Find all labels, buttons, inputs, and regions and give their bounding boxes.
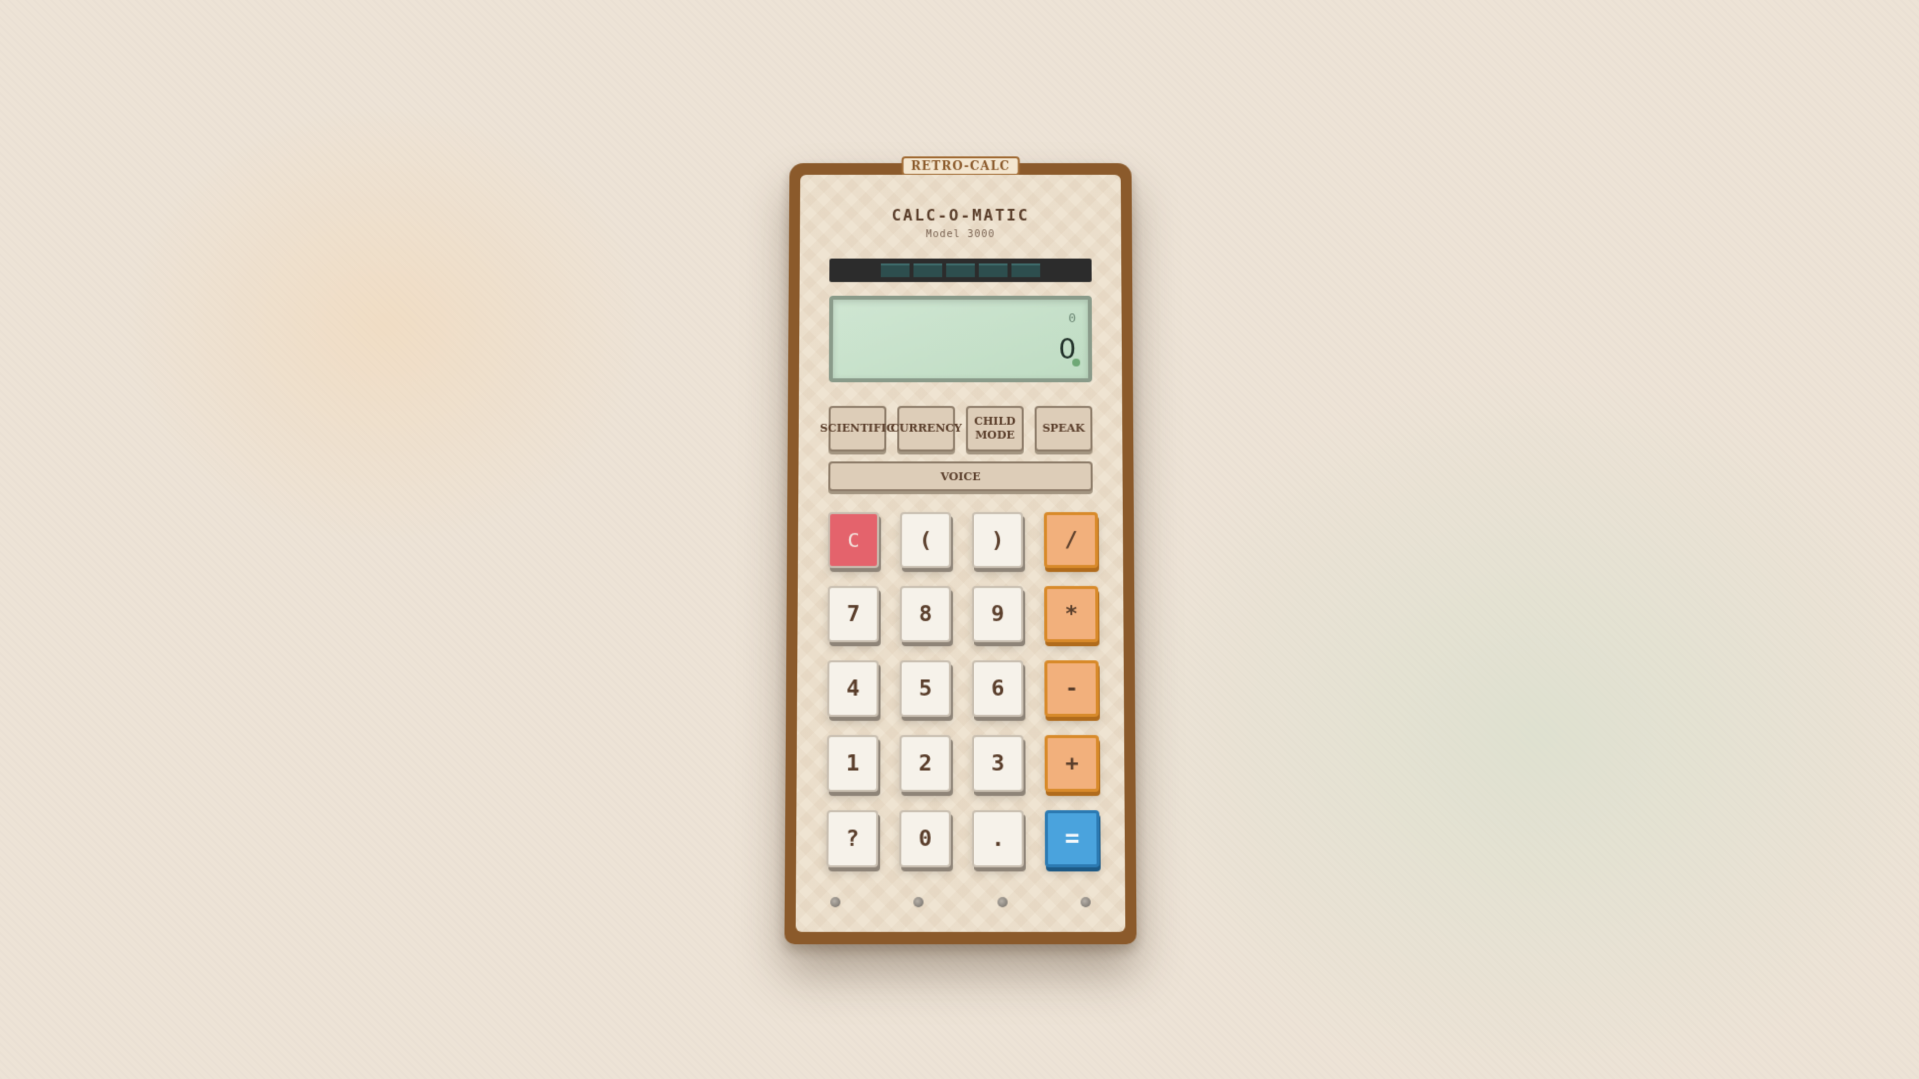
display-expression: 0 [1068, 311, 1076, 326]
calculator: RETRO-CALC CALC-O-MATIC Model 3000 0 0 S… [784, 163, 1136, 944]
solar-cell [1011, 263, 1040, 277]
key-3[interactable]: 3 [972, 735, 1023, 792]
model-label: Model 3000 [800, 229, 1121, 240]
key-7[interactable]: 7 [828, 586, 879, 642]
key-6[interactable]: 6 [972, 660, 1023, 717]
function-buttons: SCIENTIFIC CURRENCY CHILD MODE SPEAK [828, 406, 1092, 452]
brand-title: CALC-O-MATIC [800, 206, 1121, 225]
close-paren-key[interactable]: ) [972, 512, 1023, 568]
screw-icon [914, 897, 924, 907]
screw-icon [997, 897, 1007, 907]
equals-key[interactable]: = [1045, 810, 1100, 867]
key-8[interactable]: 8 [900, 586, 951, 642]
speak-button[interactable]: SPEAK [1035, 406, 1093, 452]
subtract-key[interactable]: - [1044, 660, 1099, 717]
screw-icon [830, 897, 840, 907]
keypad: C ( ) / 7 8 9 * 4 5 6 - 1 2 3 + ? 0 . = [826, 512, 1099, 867]
retro-calc-badge: RETRO-CALC [901, 156, 1020, 175]
scientific-button[interactable]: SCIENTIFIC [828, 406, 886, 452]
power-led-icon [1072, 359, 1080, 367]
key-0[interactable]: 0 [899, 810, 951, 867]
solar-cell [913, 263, 942, 277]
decimal-key[interactable]: . [972, 810, 1024, 867]
key-5[interactable]: 5 [900, 660, 951, 717]
calculator-panel: CALC-O-MATIC Model 3000 0 0 SCIENTIFIC C… [796, 175, 1126, 932]
multiply-key[interactable]: * [1044, 586, 1098, 642]
currency-button[interactable]: CURRENCY [897, 406, 955, 452]
solar-cell [979, 263, 1008, 277]
key-1[interactable]: 1 [827, 735, 879, 792]
voice-button[interactable]: VOICE [828, 461, 1092, 491]
solar-cell [946, 263, 975, 277]
clear-key[interactable]: C [828, 512, 879, 568]
open-paren-key[interactable]: ( [900, 512, 951, 568]
key-4[interactable]: 4 [827, 660, 878, 717]
divide-key[interactable]: / [1044, 512, 1098, 568]
solar-panel [829, 259, 1091, 282]
child-mode-button[interactable]: CHILD MODE [966, 406, 1024, 452]
add-key[interactable]: + [1045, 735, 1100, 792]
key-9[interactable]: 9 [972, 586, 1023, 642]
lcd-display: 0 0 [829, 296, 1092, 383]
solar-cell [881, 263, 910, 277]
screw-icon [1081, 897, 1091, 907]
help-key[interactable]: ? [826, 810, 878, 867]
key-2[interactable]: 2 [899, 735, 950, 792]
screw-row [796, 897, 1125, 907]
